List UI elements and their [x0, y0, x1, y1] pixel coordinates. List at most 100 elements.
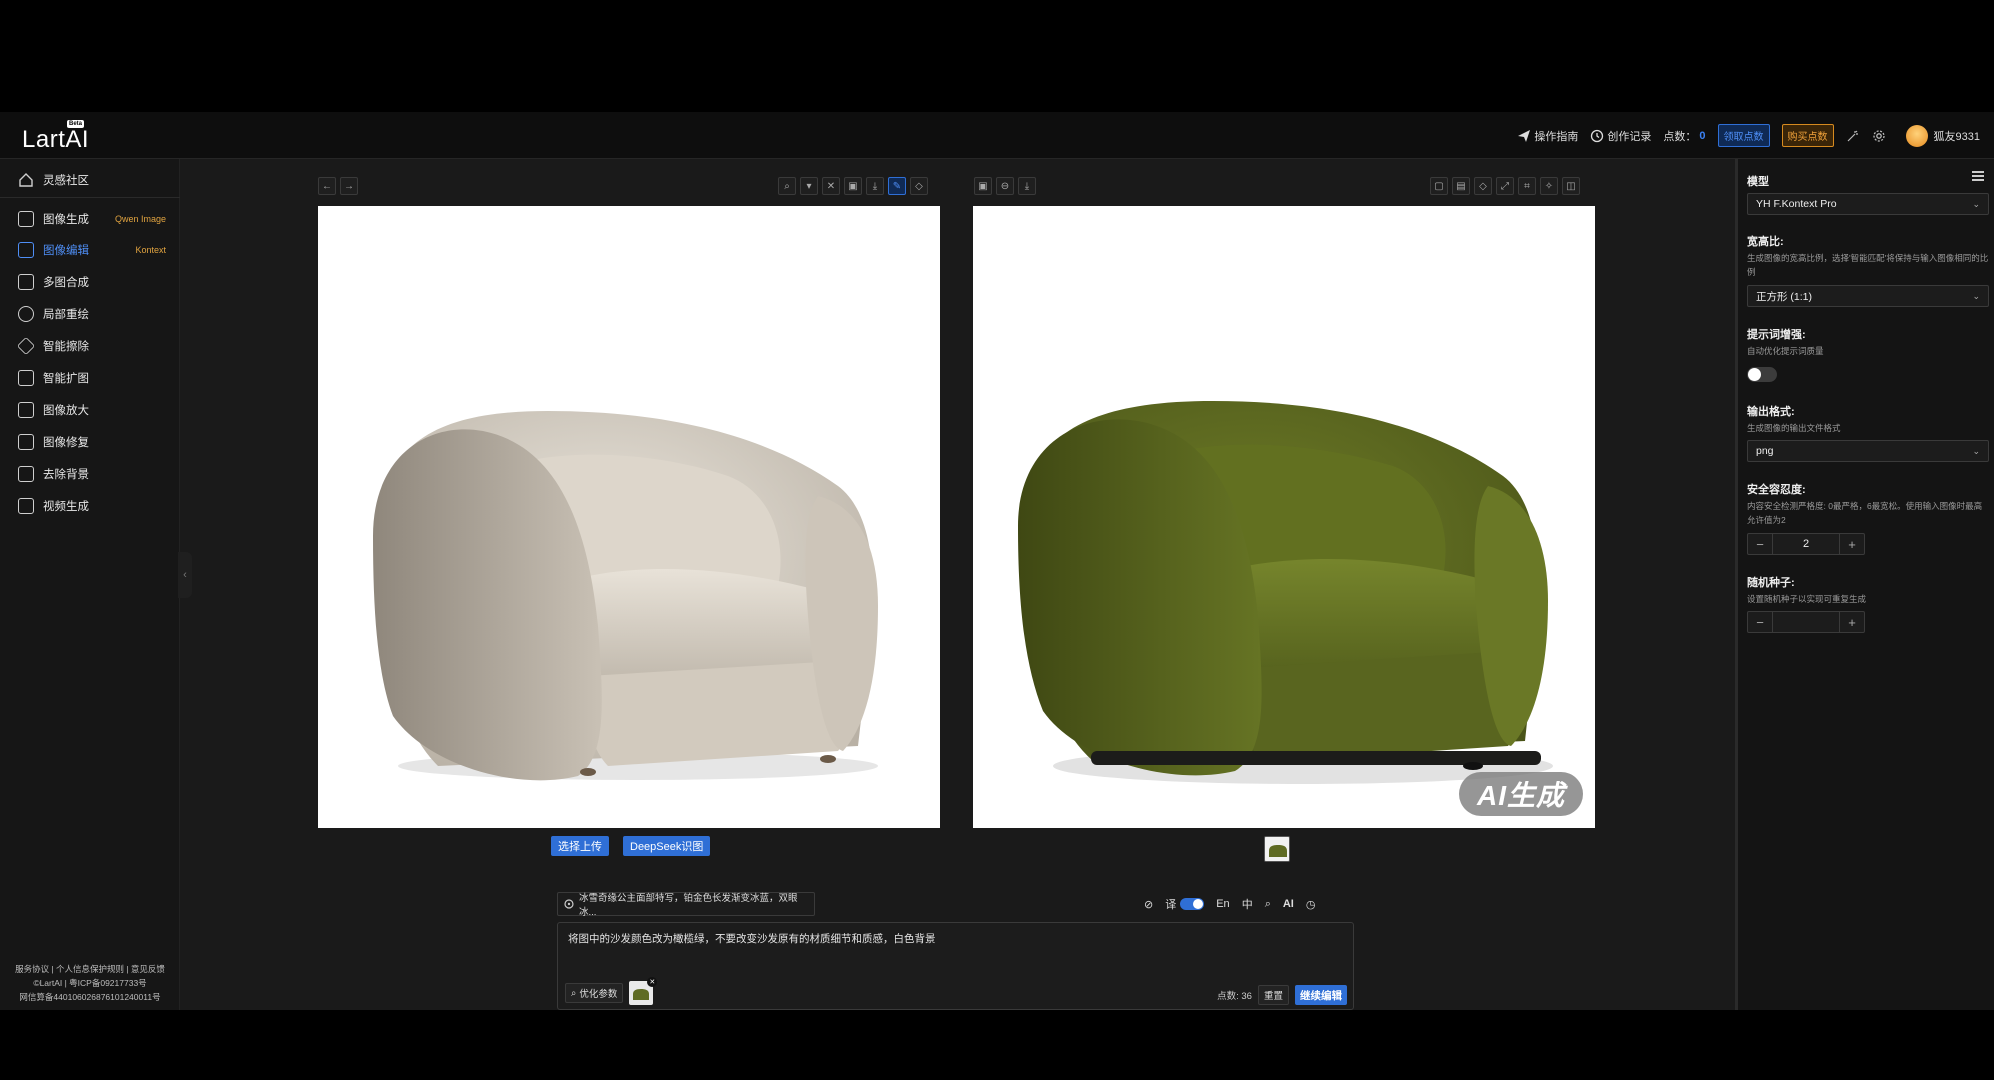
model-title: 模型	[1747, 176, 1769, 188]
clear-icon[interactable]: ⊘	[1144, 898, 1153, 911]
points-label: 点数：	[1663, 130, 1697, 143]
reset-button[interactable]: 重置	[1257, 985, 1289, 1005]
image-repair-icon	[18, 434, 34, 450]
upload-button[interactable]: 选择上传	[551, 836, 609, 856]
sidebar-item-erase[interactable]: 智能擦除	[0, 331, 180, 361]
eraser-icon[interactable]: ◇	[910, 177, 928, 195]
expand-icon[interactable]: ⤢	[1496, 177, 1514, 195]
sidebar: 灵感社区 图像生成 Qwen Image 图像编辑 Kontext 多图合成 局…	[0, 159, 180, 1010]
format-select[interactable]: png ⌄	[1747, 440, 1989, 462]
preset-prompt-chip[interactable]: 冰雪奇缘公主面部特写，铂金色长发渐变冰蓝，双眼冰...	[557, 892, 815, 918]
logo-text: LartAI	[22, 126, 90, 153]
beta-badge: Beta	[67, 120, 85, 128]
sidebar-item-image-generate[interactable]: 图像生成 Qwen Image	[0, 204, 180, 234]
claim-points-button[interactable]: 领取点数	[1717, 124, 1770, 147]
format-value: png	[1756, 445, 1774, 457]
increment-button[interactable]: +	[1840, 612, 1864, 632]
trash-icon[interactable]: ▣	[974, 177, 992, 195]
history-clock-icon[interactable]: ◷	[1306, 898, 1316, 911]
sofa-white-illustration	[373, 411, 878, 781]
zoom-icon	[18, 402, 34, 418]
download-icon[interactable]: ⤓	[1018, 177, 1036, 195]
sidebar-item-multi-compose[interactable]: 多图合成	[0, 267, 180, 297]
lang-en-button[interactable]: En	[1216, 898, 1229, 910]
ratio-value: 正方形 (1:1)	[1756, 290, 1813, 303]
search-icon[interactable]: ⌕	[1265, 898, 1271, 911]
model-value: YH F.Kontext Pro	[1756, 198, 1837, 210]
menu-icon[interactable]	[1972, 171, 1984, 181]
footer-links[interactable]: 服务协议 | 个人信息保护规则 | 意见反馈	[0, 962, 180, 976]
sidebar-item-outpaint[interactable]: 智能扩图	[0, 363, 180, 393]
ratio-description: 生成图像的宽高比例，选择'智能匹配'将保持与输入图像相同的比例	[1747, 253, 1989, 277]
minus-circle-icon[interactable]: ⊖	[996, 177, 1014, 195]
image-edit-icon	[18, 242, 34, 258]
sidebar-item-label: 智能擦除	[43, 341, 89, 353]
cost-display: 点数: 36	[1217, 991, 1252, 1002]
source-image[interactable]	[318, 206, 940, 828]
theme-toggle-icon[interactable]	[1846, 129, 1860, 143]
seed-title: 随机种子:	[1747, 577, 1795, 589]
result-image[interactable]: AI生成	[973, 206, 1595, 828]
sidebar-item-community[interactable]: 灵感社区	[0, 165, 180, 195]
result-thumbnail[interactable]	[1264, 836, 1290, 862]
compare-icon[interactable]: ◫	[1562, 177, 1580, 195]
safety-stepper: − 2 +	[1747, 533, 1865, 555]
optimize-params-button[interactable]: ⌕ 优化参数	[565, 983, 624, 1003]
ai-assist-button[interactable]: AI	[1283, 898, 1294, 910]
sidebar-item-inpaint[interactable]: 局部重绘	[0, 299, 180, 329]
sidebar-item-label: 多图合成	[43, 277, 89, 289]
model-select[interactable]: YH F.Kontext Pro ⌄	[1747, 193, 1989, 215]
source-image-toolbar: ⌕ ▾ ✕ ▣ ⤓ ✎ ◇	[778, 177, 928, 197]
sidebar-item-remove-bg[interactable]: 去除背景	[0, 459, 180, 489]
undo-button[interactable]: ←	[318, 177, 336, 195]
safety-value[interactable]: 2	[1772, 534, 1840, 554]
decrement-button[interactable]: −	[1748, 534, 1772, 554]
sidebar-divider	[0, 197, 180, 198]
trash-icon[interactable]: ▣	[844, 177, 862, 195]
home-icon	[19, 173, 33, 187]
increment-button[interactable]: +	[1840, 534, 1864, 554]
download-icon[interactable]: ⤓	[866, 177, 884, 195]
chevron-down-icon: ⌄	[1972, 198, 1980, 209]
crop-icon[interactable]: ⌗	[1518, 177, 1536, 195]
logo[interactable]: LartAI Beta	[22, 118, 89, 154]
history-link[interactable]: 创作记录	[1590, 128, 1651, 144]
layers-icon[interactable]: ▤	[1452, 177, 1470, 195]
format-description: 生成图像的输出文件格式	[1747, 423, 1841, 433]
deepseek-analyze-button[interactable]: DeepSeek识图	[623, 836, 711, 856]
continue-edit-button[interactable]: 继续编辑	[1295, 985, 1347, 1005]
thumbnail-sofa-icon	[1265, 837, 1289, 861]
attached-image[interactable]: ✕	[629, 977, 658, 1005]
seed-input[interactable]	[1772, 612, 1840, 632]
sidebar-item-label: 视频生成	[43, 501, 89, 513]
seed-stepper: − +	[1747, 611, 1865, 633]
sidebar-item-restore[interactable]: 图像修复	[0, 427, 180, 457]
lang-zh-button[interactable]: 中	[1242, 896, 1253, 912]
remove-attachment-icon[interactable]: ✕	[647, 977, 658, 987]
enhance-toggle[interactable]	[1747, 367, 1777, 382]
zoom-icon[interactable]: ⌕	[778, 177, 796, 195]
sidebar-item-video[interactable]: 视频生成	[0, 491, 180, 521]
close-icon[interactable]: ✕	[822, 177, 840, 195]
decrement-button[interactable]: −	[1748, 612, 1772, 632]
pin-icon[interactable]: ▾	[800, 177, 818, 195]
safety-title: 安全容忍度:	[1747, 484, 1806, 496]
enhance-icon[interactable]: ✧	[1540, 177, 1558, 195]
user-menu[interactable]: 狐友9331	[1905, 124, 1980, 147]
sidebar-item-image-edit[interactable]: 图像编辑 Kontext	[0, 235, 180, 265]
ratio-select[interactable]: 正方形 (1:1) ⌄	[1747, 285, 1989, 307]
gear-icon[interactable]	[1872, 129, 1886, 143]
footer-copyright: ©LartAI | 粤ICP备09217733号	[33, 978, 147, 988]
image-icon[interactable]: ▢	[1430, 177, 1448, 195]
safety-description: 内容安全检测严格度: 0最严格，6最宽松。使用输入图像时最高允许值为2	[1747, 501, 1983, 525]
pen-icon[interactable]: ✎	[888, 177, 906, 195]
prompt-input[interactable]: 将图中的沙发颜色改为橄榄绿，不要改变沙发原有的材质细节和质感，白色背景 ⌕ 优化…	[557, 922, 1354, 1010]
redo-button[interactable]: →	[340, 177, 358, 195]
sidebar-item-upscale[interactable]: 图像放大	[0, 395, 180, 425]
translate-toggle[interactable]	[1180, 898, 1205, 910]
footer-registration: 网信算备440106026876101240011号	[19, 992, 161, 1002]
guide-link[interactable]: 操作指南	[1517, 128, 1578, 144]
eraser-icon[interactable]: ◇	[1474, 177, 1492, 195]
search-icon: ⌕	[571, 987, 577, 999]
buy-points-button[interactable]: 购买点数	[1781, 124, 1834, 147]
